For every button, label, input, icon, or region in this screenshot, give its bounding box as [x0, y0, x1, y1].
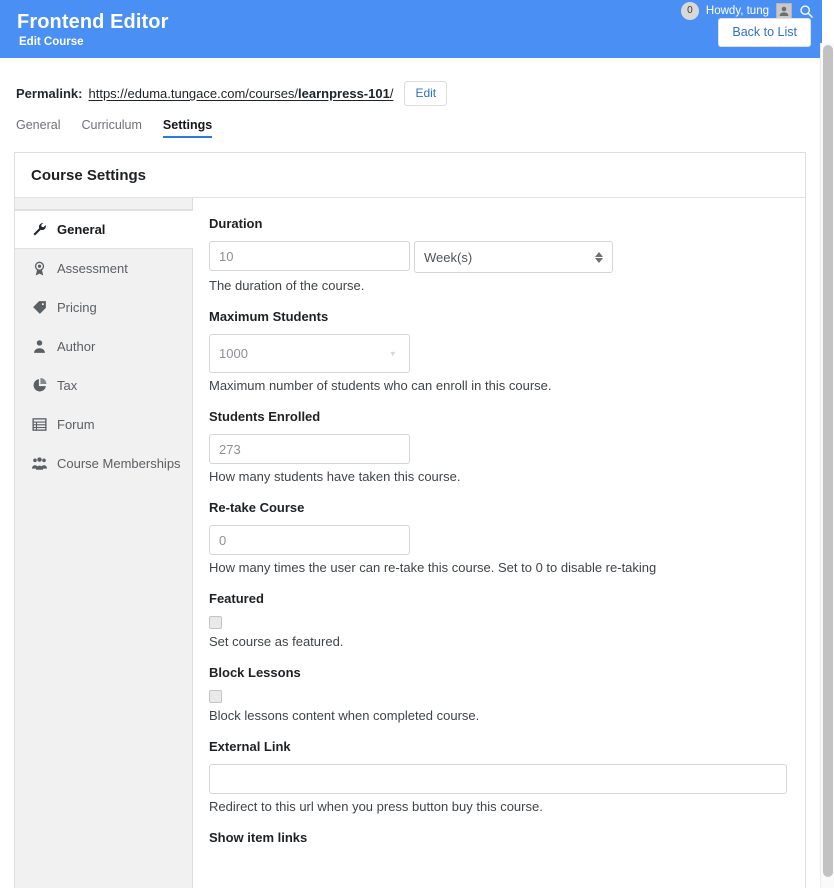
block-lessons-label: Block Lessons	[209, 665, 301, 680]
field-block-lessons: Block Lessons Block lessons content when…	[209, 665, 789, 723]
sidebar-item-author[interactable]: Author	[15, 327, 192, 366]
block-lessons-description: Block lessons content when completed cou…	[209, 708, 480, 723]
howdy-greeting[interactable]: Howdy, tung	[706, 5, 769, 17]
scrollbar-thumb[interactable]	[823, 45, 833, 877]
editor-tabs: General Curriculum Settings	[16, 118, 213, 138]
permalink-label: Permalink:	[16, 86, 83, 102]
sidebar-item-pricing[interactable]: Pricing	[15, 288, 192, 327]
retake-course-label: Re-take Course	[209, 500, 305, 515]
price-tag-icon	[31, 300, 47, 315]
permalink-url-suffix: /	[389, 86, 394, 102]
list-table-icon	[31, 417, 47, 432]
course-settings-panel: Course Settings General Assessment Prici…	[14, 152, 806, 888]
maximum-students-label: Maximum Students	[209, 309, 329, 324]
award-badge-icon	[31, 261, 47, 276]
field-show-item-links: Show item links	[209, 830, 789, 845]
external-link-description: Redirect to this url when you press butt…	[209, 799, 543, 814]
page-header: Frontend Editor Edit Course 0 Howdy, tun…	[0, 0, 822, 58]
page-title: Frontend Editor	[17, 11, 169, 33]
sidebar-item-course-memberships[interactable]: Course Memberships	[15, 444, 192, 483]
spinner-arrows-icon	[595, 251, 603, 263]
tab-general[interactable]: General	[16, 118, 60, 138]
search-icon[interactable]	[799, 4, 814, 19]
duration-description: The duration of the course.	[209, 278, 365, 293]
duration-unit-select[interactable]: Week(s)	[414, 241, 613, 273]
wrench-icon	[31, 222, 47, 237]
user-avatar-icon[interactable]	[776, 3, 792, 19]
sidebar-item-label: Author	[57, 339, 96, 354]
students-enrolled-description: How many students have taken this course…	[209, 469, 461, 484]
back-to-list-button[interactable]: Back to List	[718, 18, 811, 47]
number-spinner-icon[interactable]: ▾	[390, 349, 395, 358]
maximum-students-description: Maximum number of students who can enrol…	[209, 378, 552, 393]
sidebar-item-label: Tax	[57, 378, 78, 393]
show-item-links-label: Show item links	[209, 830, 308, 845]
featured-label: Featured	[209, 591, 264, 606]
permalink-url-prefix: https://eduma.tungace.com/courses/	[88, 86, 299, 102]
sidebar-item-general[interactable]: General	[15, 210, 193, 249]
sidebar-item-assessment[interactable]: Assessment	[15, 249, 192, 288]
page-scrollbar[interactable]	[820, 43, 834, 888]
comment-count-badge[interactable]: 0	[680, 2, 699, 20]
permalink-url[interactable]: https://eduma.tungace.com/courses/learnp…	[88, 86, 393, 101]
field-featured: Featured Set course as featured.	[209, 591, 789, 649]
external-link-label: External Link	[209, 739, 291, 754]
students-enrolled-input[interactable]: 273	[209, 434, 410, 464]
featured-description: Set course as featured.	[209, 634, 344, 649]
permalink: Permalink: https://eduma.tungace.com/cou…	[16, 81, 448, 107]
duration-unit-value: Week(s)	[424, 249, 473, 265]
maximum-students-input[interactable]: 1000 ▾	[209, 334, 410, 373]
retake-course-description: How many times the user can re-take this…	[209, 560, 657, 575]
tab-settings[interactable]: Settings	[162, 118, 213, 138]
sidebar-item-label: General	[57, 222, 106, 237]
sidebar-item-label: Assessment	[57, 261, 128, 276]
field-students-enrolled: Students Enrolled 273 How many students …	[209, 409, 789, 484]
field-external-link: External Link Redirect to this url when …	[209, 739, 789, 814]
settings-form: Duration 10 Week(s) The duration of the …	[193, 198, 805, 888]
field-duration: Duration 10 Week(s) The duration of the …	[209, 216, 789, 293]
duration-input[interactable]: 10	[209, 241, 410, 271]
users-group-icon	[31, 456, 47, 471]
block-lessons-checkbox[interactable]	[209, 690, 222, 703]
sidebar-item-forum[interactable]: Forum	[15, 405, 192, 444]
panel-body: General Assessment Pricing Author Tax Fo…	[15, 198, 805, 888]
sidebar-item-label: Forum	[57, 417, 95, 432]
retake-course-input[interactable]: 0	[209, 525, 410, 555]
sidebar-item-label: Pricing	[57, 300, 97, 315]
pie-chart-icon	[31, 378, 47, 393]
duration-controls: 10 Week(s)	[209, 241, 789, 273]
sidebar-item-label: Course Memberships	[57, 456, 181, 471]
page-subtitle: Edit Course	[19, 36, 84, 48]
user-icon	[31, 339, 47, 354]
featured-checkbox[interactable]	[209, 616, 222, 629]
panel-header: Course Settings	[15, 153, 805, 198]
edit-permalink-button[interactable]: Edit	[404, 81, 448, 107]
panel-title: Course Settings	[31, 166, 147, 184]
frontend-editor-page: Frontend Editor Edit Course 0 Howdy, tun…	[0, 0, 834, 888]
field-retake-course: Re-take Course 0 How many times the user…	[209, 500, 789, 575]
sidebar-top-strip	[15, 198, 192, 210]
duration-label: Duration	[209, 216, 263, 231]
permalink-url-slug: learnpress-101	[298, 86, 390, 102]
maximum-students-value: 1000	[219, 346, 248, 361]
sidebar-item-tax[interactable]: Tax	[15, 366, 192, 405]
field-maximum-students: Maximum Students 1000 ▾ Maximum number o…	[209, 309, 789, 393]
settings-sidebar: General Assessment Pricing Author Tax Fo…	[15, 198, 193, 888]
tab-curriculum[interactable]: Curriculum	[81, 118, 141, 138]
external-link-input[interactable]	[209, 764, 787, 794]
students-enrolled-label: Students Enrolled	[209, 409, 321, 424]
